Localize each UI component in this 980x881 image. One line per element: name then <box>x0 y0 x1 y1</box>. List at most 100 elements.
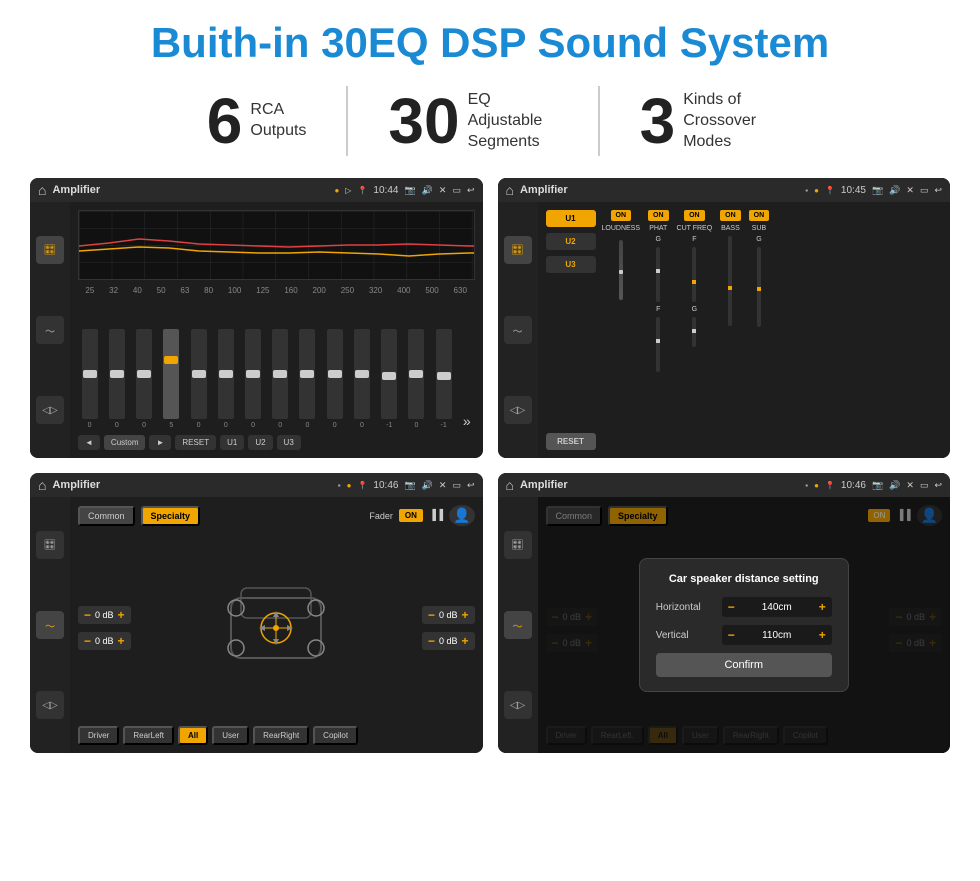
dist-app-name: Amplifier <box>520 479 799 491</box>
dist-spk-btn[interactable]: ◁▷ <box>504 691 532 719</box>
cross-home-icon[interactable]: ⌂ <box>506 182 514 198</box>
eq-reset-btn[interactable]: RESET <box>175 435 216 450</box>
dist-x[interactable]: ✕ <box>906 480 914 491</box>
fader-fl-minus[interactable]: − <box>84 608 91 622</box>
fader-main-area: Common Specialty Fader ON ▐▐ 👤 − <box>70 497 483 753</box>
eq-slider-12[interactable]: -1 <box>381 329 397 429</box>
eq-slider-3[interactable]: 0 <box>136 329 152 429</box>
eq-spk-btn[interactable]: ◁▷ <box>36 396 64 424</box>
fader-rl-minus[interactable]: − <box>84 634 91 648</box>
cross-spk-btn[interactable]: ◁▷ <box>504 396 532 424</box>
eq-u1-btn[interactable]: U1 <box>220 435 244 450</box>
fader-rl-plus[interactable]: + <box>118 634 125 648</box>
fader-back[interactable]: ↩ <box>467 480 475 491</box>
sub-toggle[interactable]: ON <box>749 210 770 221</box>
eq-slider-11[interactable]: 0 <box>354 329 370 429</box>
dialog-horizontal-plus[interactable]: + <box>819 600 826 614</box>
eq-play-icon: ▷ <box>345 186 351 195</box>
dist-tune-btn[interactable]: 🎛 <box>504 531 532 559</box>
bass-channel: ON BASS <box>720 210 741 326</box>
eq-slider-10[interactable]: 0 <box>327 329 343 429</box>
eq-x-icon[interactable]: ✕ <box>439 185 447 196</box>
cross-wave-btn[interactable]: 〜 <box>504 316 532 344</box>
eq-u2-btn[interactable]: U2 <box>248 435 272 450</box>
eq-slider-5[interactable]: 0 <box>191 329 207 429</box>
eq-slider-1[interactable]: 0 <box>82 329 98 429</box>
eq-play-btn[interactable]: ► <box>149 435 171 450</box>
cross-x[interactable]: ✕ <box>906 185 914 196</box>
stat-rca-text: RCA Outputs <box>250 100 306 142</box>
phat-channel: ON PHAT G F <box>648 210 669 372</box>
fader-tune-btn[interactable]: 🎛 <box>36 531 64 559</box>
cross-reset-btn[interactable]: RESET <box>546 433 596 450</box>
cutfreq-toggle[interactable]: ON <box>684 210 705 221</box>
fader-rearleft-btn[interactable]: RearLeft <box>123 726 174 745</box>
dialog-vertical-label: Vertical <box>656 630 716 641</box>
fader-common-tab[interactable]: Common <box>78 506 135 526</box>
eq-pin-icon: 📍 <box>357 186 367 195</box>
eq-slider-7[interactable]: 0 <box>245 329 261 429</box>
distance-screen-card: ⌂ Amplifier ▪ ● 📍 10:46 📷 🔊 ✕ ▭ ↩ 🎛 〜 ◁▷ <box>498 473 951 753</box>
fader-x[interactable]: ✕ <box>439 480 447 491</box>
eq-slider-9[interactable]: 0 <box>299 329 315 429</box>
eq-wave-btn[interactable]: 〜 <box>36 316 64 344</box>
eq-prev-btn[interactable]: ◄ <box>78 435 100 450</box>
fader-driver-btn[interactable]: Driver <box>78 726 119 745</box>
eq-slider-13[interactable]: 0 <box>408 329 424 429</box>
dist-screen-content: 🎛 〜 ◁▷ Common Specialty ON ▐▐ 👤 <box>498 497 951 753</box>
cross-vol: 🔊 <box>889 185 900 196</box>
fader-rearright-btn[interactable]: RearRight <box>253 726 309 745</box>
dist-wave-btn[interactable]: 〜 <box>504 611 532 639</box>
eq-vol-icon: 🔊 <box>422 185 433 196</box>
home-icon[interactable]: ⌂ <box>38 182 46 198</box>
u1-preset-btn[interactable]: U1 <box>546 210 596 227</box>
eq-cam-icon: 📷 <box>404 185 415 196</box>
dialog-vertical-plus[interactable]: + <box>819 628 826 642</box>
fader-fl-plus[interactable]: + <box>118 608 125 622</box>
fader-copilot-btn[interactable]: Copilot <box>313 726 358 745</box>
fader-all-btn[interactable]: All <box>178 726 208 745</box>
fader-spk-btn[interactable]: ◁▷ <box>36 691 64 719</box>
cutfreq-channel: ON CUT FREQ F G <box>677 210 713 347</box>
cross-tune-btn[interactable]: 🎛 <box>504 236 532 264</box>
eq-slider-14[interactable]: -1 <box>436 329 452 429</box>
eq-back-icon[interactable]: ↩ <box>467 185 475 196</box>
dist-vol: 🔊 <box>889 480 900 491</box>
dist-home-icon[interactable]: ⌂ <box>506 477 514 493</box>
stat-rca: 6 RCA Outputs <box>167 89 347 153</box>
fader-header: Common Specialty Fader ON ▐▐ 👤 <box>78 505 475 526</box>
cross-back[interactable]: ↩ <box>934 185 942 196</box>
distance-dialog: Car speaker distance setting Horizontal … <box>639 558 849 692</box>
eq-status-time: 10:44 <box>373 185 398 196</box>
loudness-toggle[interactable]: ON <box>611 210 632 221</box>
u2-preset-btn[interactable]: U2 <box>546 233 596 250</box>
eq-custom-btn[interactable]: Custom <box>104 435 146 450</box>
fader-right-vols: − 0 dB + − 0 dB + <box>422 606 475 650</box>
fader-toggle[interactable]: ON <box>399 509 423 522</box>
bass-toggle[interactable]: ON <box>720 210 741 221</box>
eq-slider-4[interactable]: 5 <box>163 329 179 429</box>
fader-user-btn[interactable]: User <box>212 726 249 745</box>
fader-specialty-tab[interactable]: Specialty <box>141 506 201 526</box>
confirm-button[interactable]: Confirm <box>656 653 832 677</box>
phat-toggle[interactable]: ON <box>648 210 669 221</box>
eq-slider-2[interactable]: 0 <box>109 329 125 429</box>
eq-tune-btn[interactable]: 🎛 <box>36 236 64 264</box>
cross-screen-content: 🎛 〜 ◁▷ U1 U2 U3 RESET <box>498 202 951 458</box>
eq-expand-btn[interactable]: » <box>463 413 471 429</box>
eq-slider-6[interactable]: 0 <box>218 329 234 429</box>
eq-slider-8[interactable]: 0 <box>272 329 288 429</box>
eq-u3-btn[interactable]: U3 <box>277 435 301 450</box>
dialog-vertical-minus[interactable]: − <box>728 628 735 642</box>
cross-main-area: U1 U2 U3 RESET ON LOUDNESS <box>538 202 951 458</box>
fader-user-icon[interactable]: 👤 <box>449 505 474 526</box>
fader-fr-plus[interactable]: + <box>461 608 468 622</box>
fader-rr-minus[interactable]: − <box>428 634 435 648</box>
dist-back[interactable]: ↩ <box>934 480 942 491</box>
dialog-horizontal-minus[interactable]: − <box>728 600 735 614</box>
fader-fr-minus[interactable]: − <box>428 608 435 622</box>
u3-preset-btn[interactable]: U3 <box>546 256 596 273</box>
fader-home-icon[interactable]: ⌂ <box>38 477 46 493</box>
fader-wave-btn[interactable]: 〜 <box>36 611 64 639</box>
fader-rr-plus[interactable]: + <box>461 634 468 648</box>
